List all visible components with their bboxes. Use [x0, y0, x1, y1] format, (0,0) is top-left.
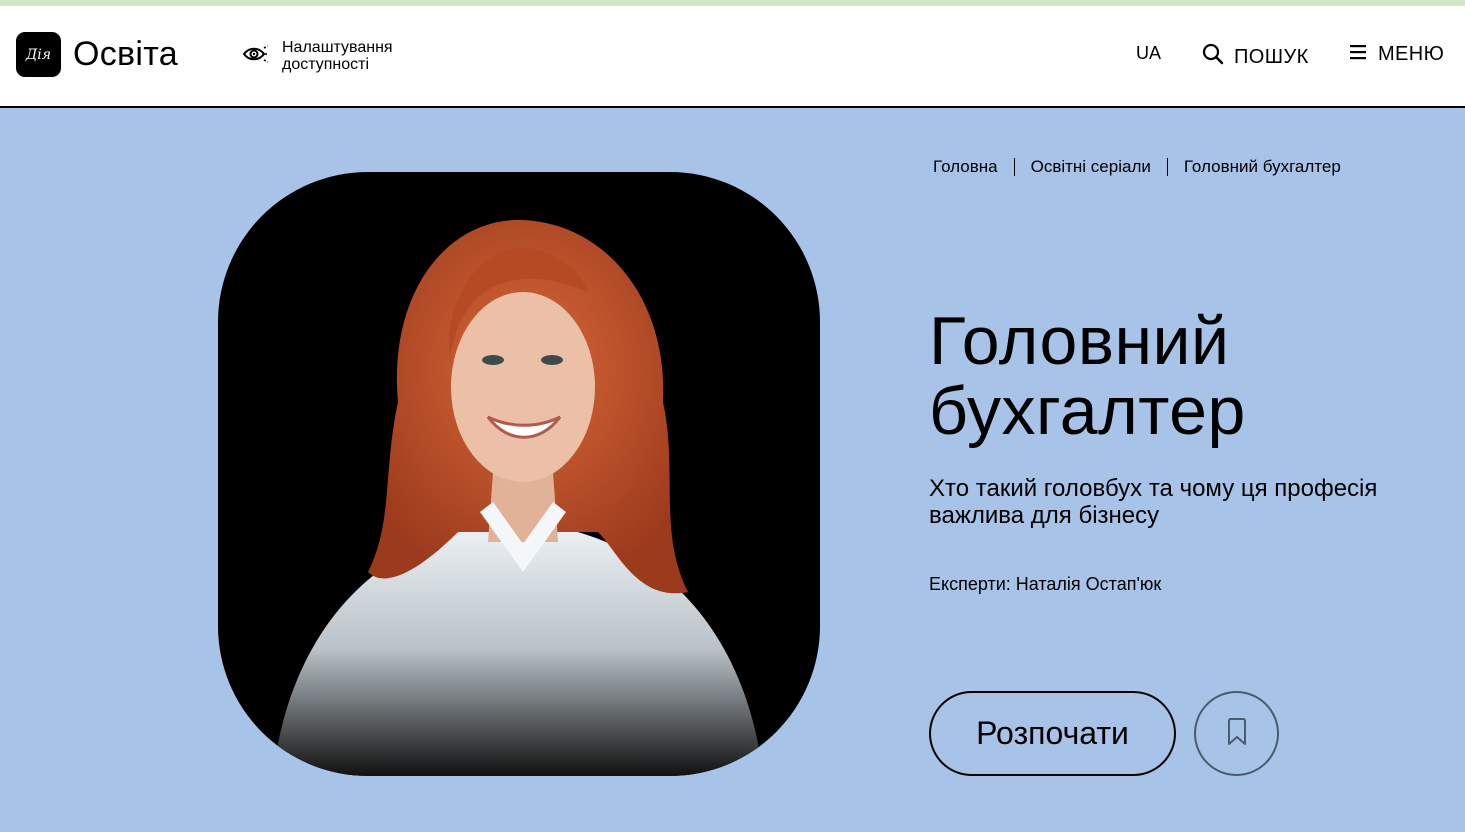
search-label: ПОШУК: [1234, 45, 1309, 68]
diia-logo[interactable]: Дія: [16, 32, 61, 77]
start-course-button[interactable]: Розпочати: [929, 691, 1176, 776]
bookmark-button[interactable]: [1194, 691, 1279, 776]
search-button[interactable]: ПОШУК: [1202, 43, 1309, 71]
expert-photo: [218, 172, 820, 776]
course-subtitle: Хто такий головбух та чому ця професія в…: [929, 475, 1378, 529]
breadcrumb-home[interactable]: Головна: [933, 157, 998, 177]
breadcrumb-separator: [1013, 158, 1015, 176]
eye-icon: [242, 43, 270, 70]
site-header: Дія Освіта Налаштування доступності UA П…: [0, 6, 1465, 108]
hamburger-icon: [1350, 43, 1368, 66]
language-switch[interactable]: UA: [1136, 43, 1161, 64]
menu-button[interactable]: МЕНЮ: [1350, 43, 1444, 66]
search-icon: [1202, 43, 1224, 71]
breadcrumb-series[interactable]: Освітні серіали: [1031, 157, 1151, 177]
bookmark-icon: [1224, 718, 1250, 749]
accessibility-label: Налаштування доступності: [282, 39, 393, 73]
site-name[interactable]: Освіта: [73, 35, 178, 74]
menu-label: МЕНЮ: [1378, 43, 1445, 65]
breadcrumb: Головна Освітні серіали Головний бухгалт…: [933, 157, 1341, 177]
course-experts: Експерти: Наталія Остап'юк: [929, 574, 1162, 594]
breadcrumb-current[interactable]: Головний бухгалтер: [1184, 157, 1341, 177]
course-title: Головний бухгалтер: [929, 303, 1246, 449]
accessibility-settings-button[interactable]: Налаштування доступності: [242, 39, 422, 73]
logo-mark: Дія: [25, 46, 52, 63]
breadcrumb-separator: [1166, 158, 1168, 176]
